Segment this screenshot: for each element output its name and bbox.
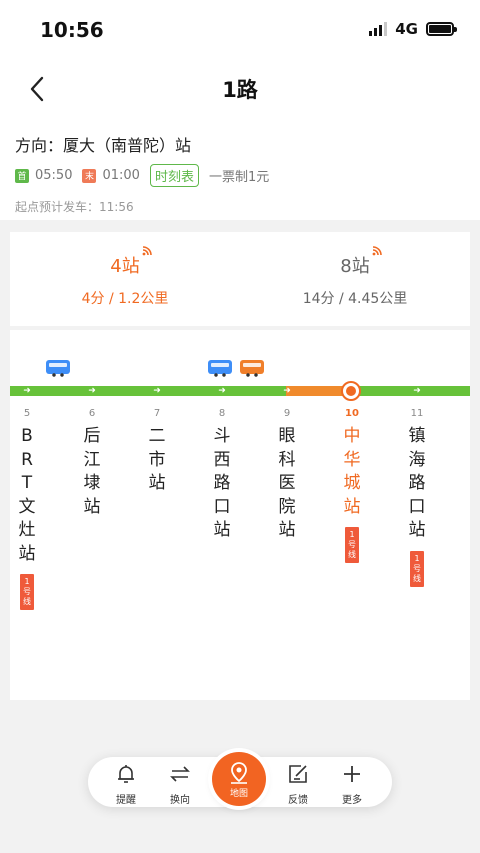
bus-icon-highlighted[interactable]	[240, 360, 264, 377]
station-name: 二市站	[148, 426, 166, 493]
station-item[interactable]: 8 斗西路口站	[205, 408, 239, 543]
signal-icon	[369, 22, 388, 36]
fare-label: 一票制1元	[208, 170, 270, 185]
more-label: 更多	[342, 795, 362, 806]
transfer-badge: 1号线	[20, 574, 34, 610]
feedback-label: 反馈	[288, 795, 308, 806]
direction-arrow-icon: ➜	[218, 386, 226, 396]
plus-icon	[344, 766, 360, 782]
nav-bar: 1路	[0, 62, 480, 120]
departure-estimate: 起点预计发车：11:56	[15, 200, 134, 214]
station-item[interactable]: 9 眼科医院站	[270, 408, 304, 543]
station-name: 中华城站	[343, 426, 361, 517]
arrival-detail-2: 14分 / 4.45公里	[302, 291, 408, 307]
reverse-button[interactable]: 换向	[160, 763, 200, 806]
direction-arrow-icon: ➜	[23, 386, 31, 396]
map-pin-icon	[231, 762, 247, 784]
route-meta: 首 05:50 末 01:00 时刻表 一票制1元	[15, 164, 269, 187]
arrival-item-2[interactable]: 8站 14分 / 4.45公里	[240, 246, 470, 308]
station-name: 镇海路口站	[408, 426, 426, 540]
station-item-current[interactable]: 10 中华城站 1号线	[335, 408, 369, 563]
direction-arrow-icon: ➜	[283, 386, 291, 396]
station-number: 7	[153, 408, 161, 419]
station-item[interactable]: 11 镇海路口站 1号线	[400, 408, 434, 587]
station-number: 8	[218, 408, 226, 419]
station-name: 后江埭站	[83, 426, 101, 517]
station-item[interactable]: 7 二市站	[140, 408, 174, 496]
remind-button[interactable]: 提醒	[106, 763, 146, 806]
direction-arrow-icon: ➜	[153, 386, 161, 396]
map-button[interactable]: 地图	[212, 752, 266, 806]
station-number: 6	[88, 408, 96, 419]
bell-icon	[118, 765, 134, 783]
route-info: 方向：厦大（南普陀）站 首 05:50 末 01:00 时刻表 一票制1元 起点…	[0, 120, 480, 220]
first-bus-tag: 首	[15, 168, 29, 183]
arrival-detail-1: 4分 / 1.2公里	[81, 291, 169, 307]
station-name: BRT文灶站	[18, 426, 36, 564]
arrival-card: 4站 4分 / 1.2公里 8站 14分 / 4.45公里	[10, 232, 470, 326]
first-bus-time: 05:50	[35, 168, 73, 183]
station-number: 10	[345, 408, 359, 419]
network-label: 4G	[395, 20, 418, 38]
station-number: 11	[410, 408, 424, 419]
reverse-label: 换向	[170, 795, 190, 806]
station-number: 5	[23, 408, 31, 419]
transfer-badge: 1号线	[345, 527, 359, 563]
map-label: 地图	[229, 789, 248, 799]
remind-label: 提醒	[116, 795, 136, 806]
status-icons: 4G	[369, 20, 457, 38]
feedback-button[interactable]: 反馈	[278, 763, 318, 806]
direction-arrow-icon: ➜	[413, 386, 421, 396]
direction-arrow-icon: ➜	[88, 386, 96, 396]
realtime-signal-icon	[372, 246, 382, 256]
route-direction: 方向：厦大（南普陀）站	[15, 136, 192, 155]
last-bus-tag: 末	[82, 168, 97, 183]
page-title: 1路	[222, 78, 258, 102]
realtime-signal-icon	[142, 246, 152, 256]
arrival-stops-2: 8站	[340, 246, 382, 278]
route-track	[10, 386, 470, 396]
route-line-diagram[interactable]: ➜ ➜ ➜ ➜ ➜ ➜ 5 BRT文灶站 1号线 6 后江埭站 7 二市站 8 …	[10, 330, 470, 700]
status-bar: 10:56 4G	[0, 0, 480, 62]
last-bus-time: 01:00	[102, 168, 140, 183]
edit-icon	[289, 765, 307, 783]
station-number: 9	[283, 408, 291, 419]
more-button[interactable]: 更多	[332, 763, 372, 806]
station-name: 眼科医院站	[278, 426, 296, 540]
transfer-badge: 1号线	[410, 550, 424, 587]
arrival-item-1[interactable]: 4站 4分 / 1.2公里	[10, 246, 240, 308]
bus-icon[interactable]	[46, 360, 70, 377]
status-time: 10:56	[40, 18, 104, 42]
battery-icon	[426, 22, 457, 36]
station-item[interactable]: 6 后江埭站	[75, 408, 109, 519]
timetable-button[interactable]: 时刻表	[149, 164, 199, 187]
station-name: 斗西路口站	[213, 426, 231, 540]
arrival-stops-1: 4站	[110, 246, 152, 278]
bus-icon[interactable]	[208, 360, 232, 377]
station-item[interactable]: 5 BRT文灶站 1号线	[10, 408, 44, 610]
current-station-marker	[341, 381, 361, 401]
swap-arrows-icon	[170, 766, 190, 782]
